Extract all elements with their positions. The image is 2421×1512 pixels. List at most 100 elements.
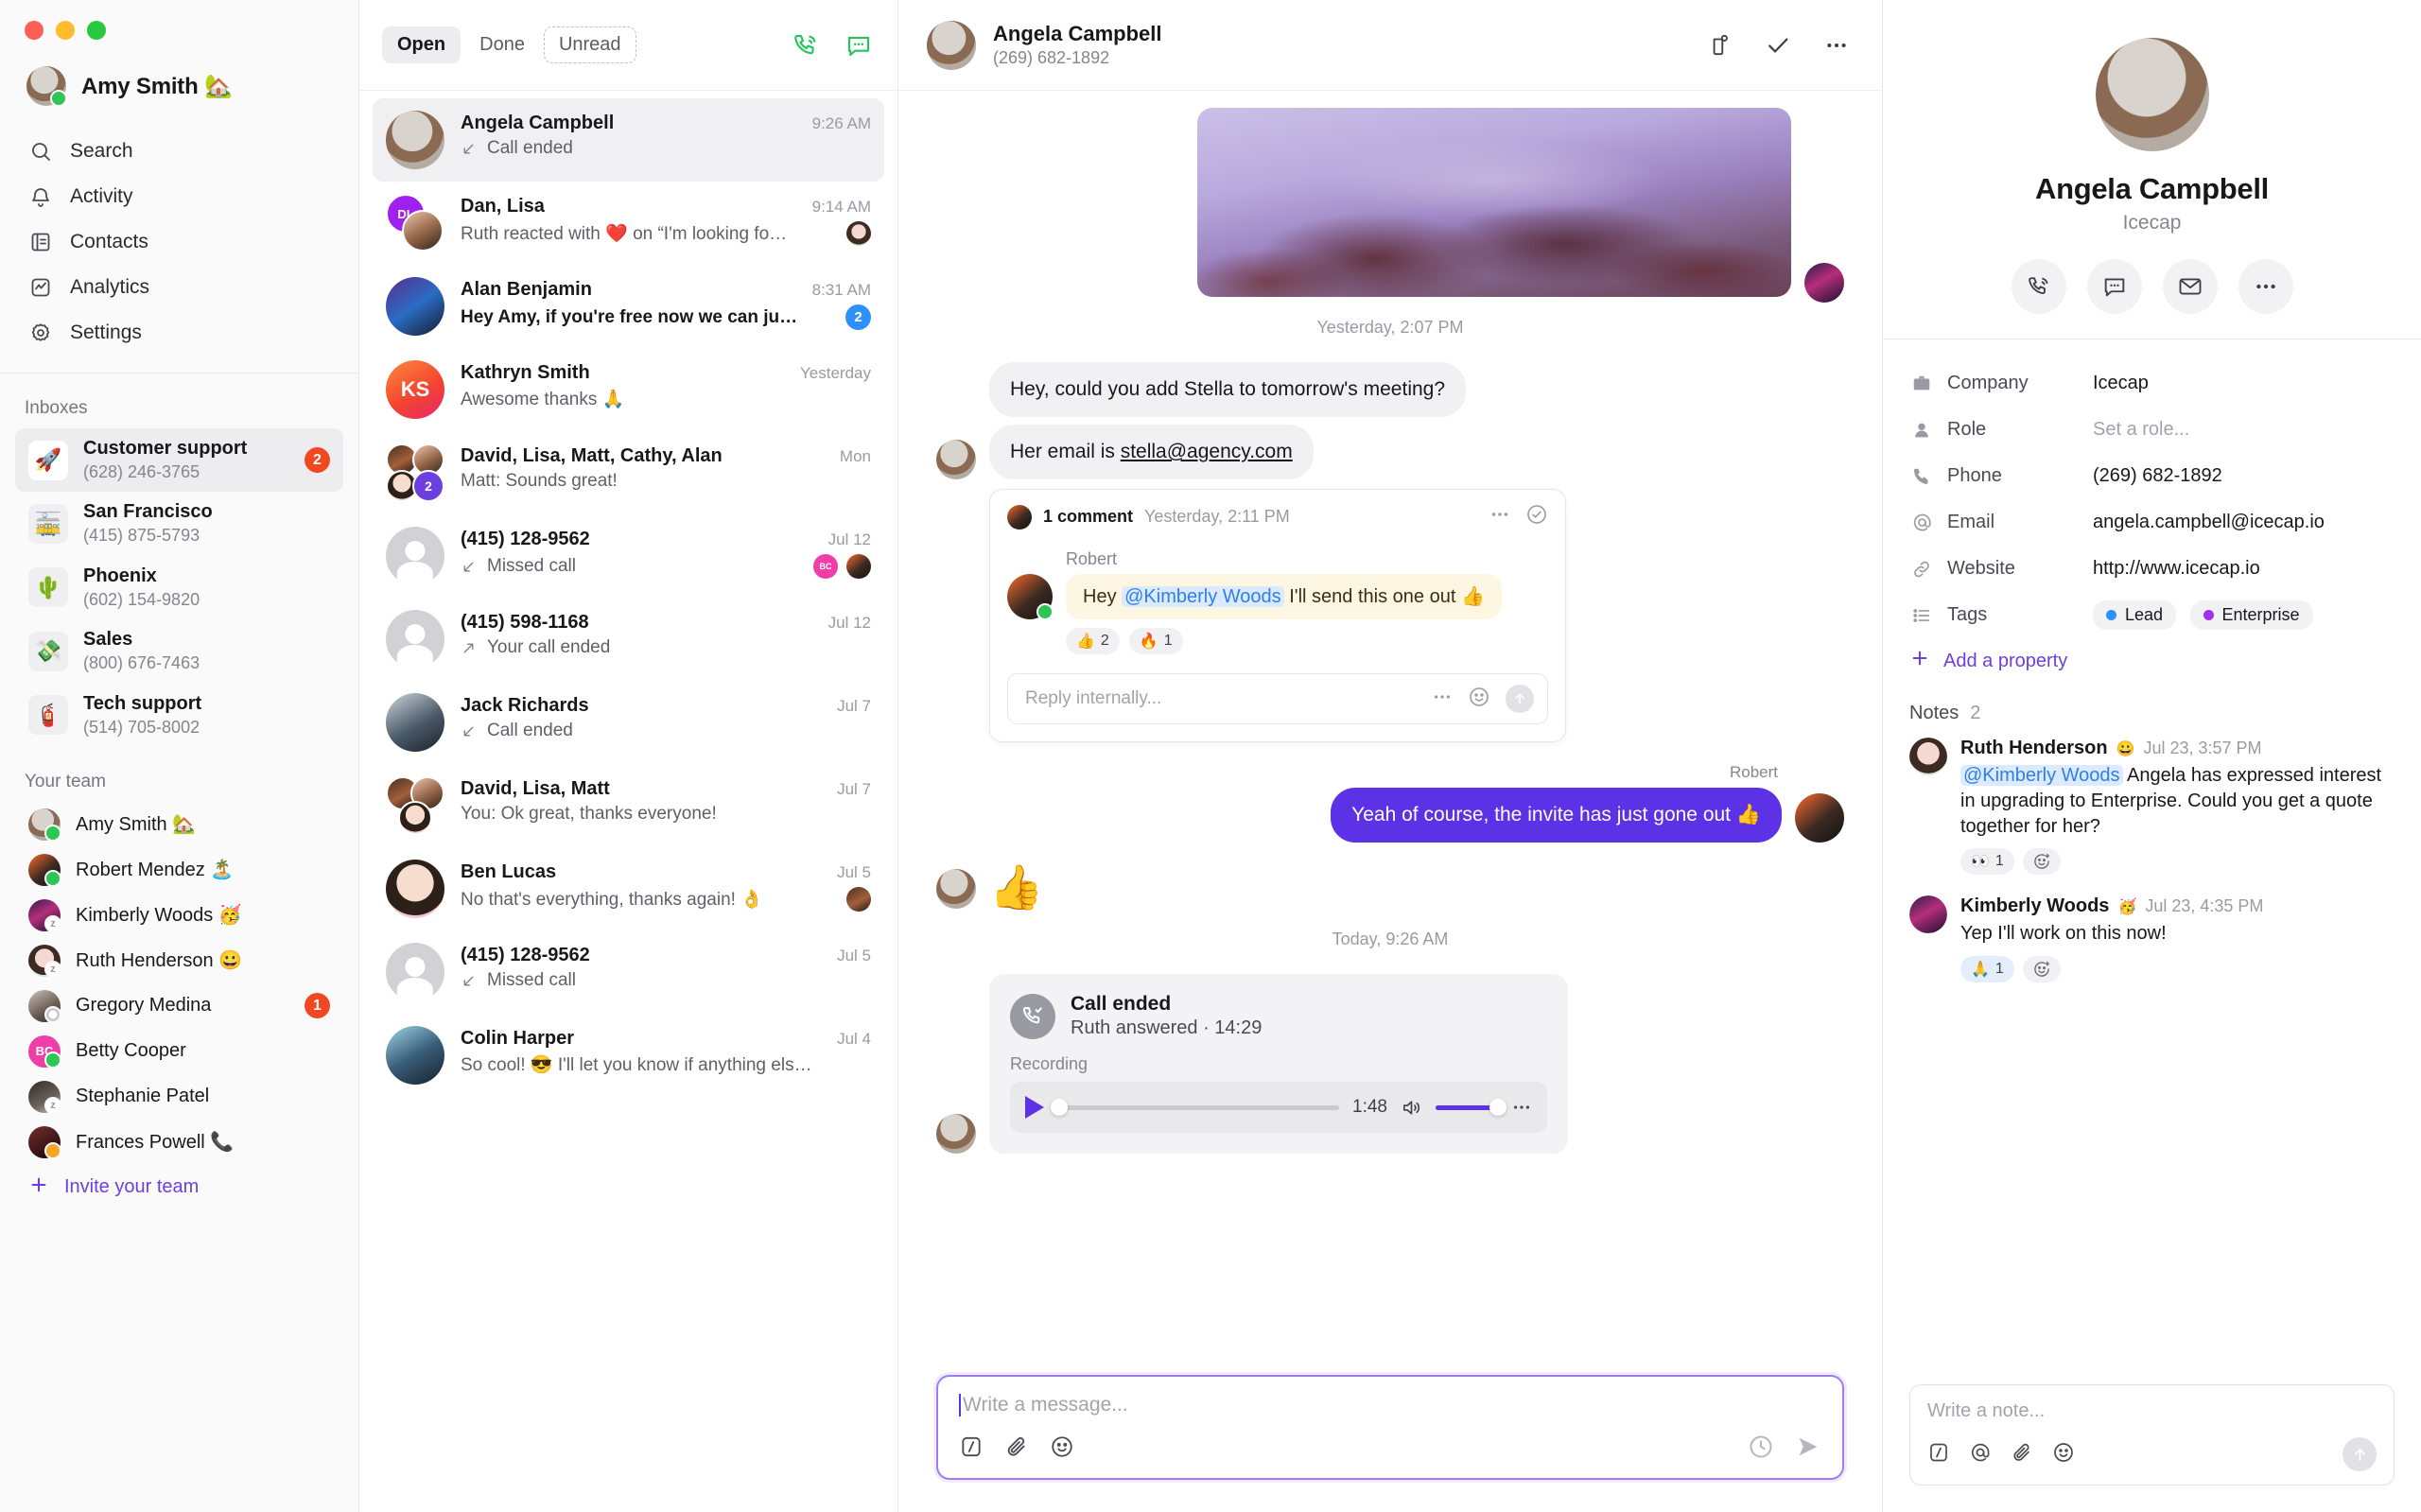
property-email[interactable]: Email angela.campbell@icecap.io (1909, 499, 2395, 546)
team-member-stephanie-patel[interactable]: z Stephanie Patel (15, 1074, 343, 1120)
team-member-frances-powell[interactable]: Frances Powell 📞 (15, 1120, 343, 1165)
tag-lead[interactable]: Lead (2093, 600, 2177, 630)
team-member-amy-smith[interactable]: Amy Smith 🏡 (15, 802, 343, 847)
message-composer[interactable]: Write a message... (936, 1375, 1844, 1480)
snippet-icon[interactable] (959, 1434, 984, 1464)
emoji-icon[interactable] (1050, 1434, 1074, 1464)
internal-reply-box[interactable]: Reply internally... (1007, 673, 1548, 725)
add-property-button[interactable]: Add a property (1909, 638, 2395, 678)
conversation-item-415-128-9562-jul12[interactable]: (415) 128-9562 Jul 12 Missed call BC (373, 514, 884, 598)
send-note-button[interactable] (2343, 1437, 2377, 1471)
conversation-item-kathryn-smith[interactable]: KS Kathryn Smith Yesterday Awesome thank… (373, 348, 884, 431)
sidebar-inbox-san-francisco[interactable]: 🚋 San Francisco (415) 875-5793 (15, 492, 343, 555)
conversation-item-david-lisa-matt-cathy-alan[interactable]: 2 David, Lisa, Matt, Cathy, Alan Mon Mat… (373, 431, 884, 514)
reaction-pray[interactable]: 🙏 1 (1960, 956, 2014, 983)
playback-progress-slider[interactable] (1051, 1099, 1340, 1117)
more-options-icon[interactable] (1489, 504, 1510, 530)
sidebar-inbox-sales[interactable]: 💸 Sales (800) 676-7463 (15, 619, 343, 683)
mention-chip[interactable]: @Kimberly Woods (1960, 765, 2123, 786)
team-member-kimberly-woods[interactable]: z Kimberly Woods 🥳 (15, 893, 343, 938)
emoji-icon[interactable] (1468, 686, 1490, 713)
reaction-emoji: 🙏 (1971, 962, 1990, 979)
message-icon[interactable] (2086, 259, 2142, 314)
conversation-item-alan-benjamin[interactable]: Alan Benjamin 8:31 AM Hey Amy, if you're… (373, 265, 884, 348)
call-icon[interactable] (2011, 259, 2066, 314)
sidebar-item-analytics[interactable]: Analytics (15, 265, 343, 310)
note-input-placeholder[interactable]: Write a note... (1927, 1400, 2377, 1422)
resolve-comment-icon[interactable] (1525, 503, 1548, 530)
phone-call-icon[interactable] (788, 27, 824, 63)
mention-icon[interactable] (1969, 1441, 1992, 1469)
add-reaction-button[interactable] (2022, 956, 2061, 983)
conversation-item-david-lisa-matt[interactable]: David, Lisa, Matt Jul 7 You: Ok great, t… (373, 764, 884, 847)
messages-area[interactable]: Yesterday, 2:07 PM Hey, could you add St… (898, 91, 1882, 1365)
mention-chip[interactable]: @Kimberly Woods (1122, 586, 1284, 608)
add-reaction-button[interactable] (2022, 848, 2061, 876)
property-company[interactable]: Company Icecap (1909, 360, 2395, 407)
current-user-row[interactable]: Amy Smith 🏡 (0, 40, 358, 121)
reaction-eyes[interactable]: 👀 1 (1960, 848, 2014, 876)
property-phone[interactable]: Phone (269) 682-1892 (1909, 453, 2395, 499)
team-member-gregory-medina[interactable]: Gregory Medina 1 (15, 983, 343, 1029)
mark-done-icon[interactable] (1761, 28, 1795, 62)
team-member-betty-cooper[interactable]: BC Betty Cooper (15, 1029, 343, 1074)
new-message-icon[interactable] (841, 27, 877, 63)
more-options-icon[interactable] (1511, 1097, 1532, 1118)
email-icon[interactable] (2162, 259, 2218, 314)
maximize-window-button[interactable] (87, 21, 106, 40)
property-tags[interactable]: Tags Lead Enterprise (1909, 592, 2395, 638)
status-emoji: 📞 (210, 1132, 235, 1154)
tab-open[interactable]: Open (382, 26, 462, 63)
send-comment-button[interactable] (1506, 685, 1534, 714)
volume-icon[interactable] (1401, 1097, 1422, 1119)
avatar: BC (28, 1034, 61, 1069)
message-input[interactable]: Write a message... (959, 1394, 1821, 1416)
conversation-item-415-128-9562-jul5[interactable]: (415) 128-9562 Jul 5 Missed call (373, 930, 884, 1014)
emoji-icon[interactable] (2052, 1441, 2075, 1469)
sidebar-item-search[interactable]: Search (15, 129, 343, 174)
more-options-icon[interactable] (1820, 28, 1854, 62)
schedule-send-icon[interactable] (1748, 1434, 1774, 1465)
volume-slider[interactable] (1436, 1099, 1507, 1117)
tag-enterprise[interactable]: Enterprise (2189, 600, 2313, 630)
property-website[interactable]: Website http://www.icecap.io (1909, 546, 2395, 592)
tab-unread[interactable]: Unread (543, 26, 636, 63)
tab-done[interactable]: Done (464, 26, 540, 63)
snooze-icon[interactable] (1702, 28, 1736, 62)
conversation-item-415-598-1168[interactable]: (415) 598-1168 Jul 12 Your call ended (373, 598, 884, 681)
sidebar-item-activity[interactable]: Activity (15, 174, 343, 219)
reaction-fire[interactable]: 🔥 1 (1128, 628, 1183, 655)
more-options-icon[interactable] (2238, 259, 2293, 314)
conversation-list[interactable]: Angela Campbell 9:26 AM Call ended DL Da… (359, 91, 897, 1512)
image-attachment[interactable] (1197, 108, 1791, 297)
more-options-icon[interactable] (1432, 686, 1453, 712)
reaction-thumbsup[interactable]: 👍 2 (1066, 628, 1120, 655)
close-window-button[interactable] (25, 21, 44, 40)
sidebar-inbox-customer-support[interactable]: 🚀 Customer support (628) 246-3765 2 (15, 428, 343, 493)
conversation-item-ben-lucas[interactable]: Ben Lucas Jul 5 No that's everything, th… (373, 847, 884, 930)
sidebar-item-settings[interactable]: Settings (15, 310, 343, 356)
sidebar-inbox-phoenix[interactable]: 🌵 Phoenix (602) 154-9820 (15, 556, 343, 619)
conversation-item-dan-lisa[interactable]: DL Dan, Lisa 9:14 AM Ruth reacted with ❤… (373, 182, 884, 265)
window-traffic-lights (0, 0, 358, 40)
attachment-icon[interactable] (1004, 1434, 1029, 1464)
conversation-item-angela-campbell[interactable]: Angela Campbell 9:26 AM Call ended (373, 98, 884, 182)
email-link[interactable]: stella@agency.com (1121, 441, 1293, 462)
sidebar-item-contacts[interactable]: Contacts (15, 219, 343, 265)
attachment-icon[interactable] (2011, 1441, 2033, 1469)
conversation-item-jack-richards[interactable]: Jack Richards Jul 7 Call ended (373, 681, 884, 764)
invite-your-team-button[interactable]: Invite your team (15, 1165, 343, 1210)
note-composer[interactable]: Write a note... (1909, 1384, 2395, 1486)
avatar-initials: KS (386, 360, 444, 419)
minimize-window-button[interactable] (56, 21, 75, 40)
conversation-item-colin-harper[interactable]: Colin Harper Jul 4 So cool! 😎 I'll let y… (373, 1014, 884, 1097)
play-button[interactable] (1025, 1096, 1044, 1120)
property-role[interactable]: Role Set a role... (1909, 407, 2395, 453)
team-member-robert-mendez[interactable]: Robert Mendez 🏝️ (15, 847, 343, 893)
gear-icon (28, 321, 53, 345)
team-member-ruth-henderson[interactable]: z Ruth Henderson 😀 (15, 938, 343, 983)
send-icon[interactable] (1795, 1434, 1821, 1465)
snippet-icon[interactable] (1927, 1441, 1950, 1469)
audio-player[interactable]: 1:48 (1010, 1082, 1547, 1134)
sidebar-inbox-tech-support[interactable]: 🧯 Tech support (514) 705-8002 (15, 684, 343, 747)
